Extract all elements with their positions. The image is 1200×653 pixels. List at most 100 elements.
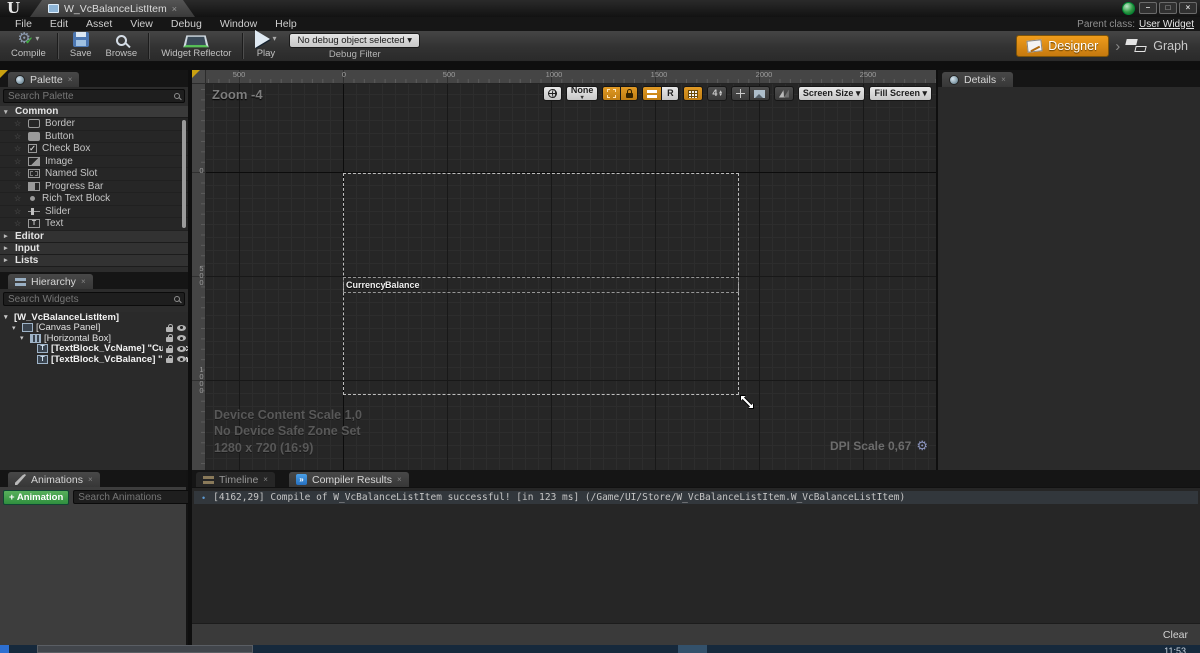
- palette-item-image[interactable]: ☆Image: [0, 156, 188, 169]
- respect-locks-toggle[interactable]: R: [662, 86, 679, 101]
- palette-section-lists[interactable]: ▸Lists: [0, 255, 188, 267]
- tree-row-textblock-vcname[interactable]: [TextBlock_VcName] "Currency: [0, 344, 188, 355]
- visibility-eye-icon[interactable]: [177, 335, 186, 341]
- tree-row-textblock-vcbalance[interactable]: [TextBlock_VcBalance] "Balance: [0, 354, 188, 365]
- document-tab[interactable]: W_VcBalanceListItem ×: [30, 0, 195, 17]
- tab-details[interactable]: Details ×: [942, 72, 1013, 87]
- lock-icon[interactable]: [166, 327, 173, 332]
- palette-search-input[interactable]: [8, 91, 174, 102]
- screen-size-dropdown[interactable]: Screen Size ▾: [798, 86, 866, 101]
- chevron-down-icon[interactable]: ▾: [12, 324, 19, 332]
- hierarchy-close-icon[interactable]: ×: [81, 277, 86, 286]
- favorite-star-icon[interactable]: ☆: [14, 194, 23, 203]
- spinner-arrows-icon[interactable]: ▴▾: [719, 91, 722, 97]
- designer-canvas[interactable]: Zoom -4 None▾ R 4▴▾ Sc: [206, 84, 936, 470]
- panel-divider[interactable]: [936, 70, 938, 470]
- close-button[interactable]: ×: [1179, 2, 1197, 14]
- lock-icon[interactable]: [166, 348, 173, 353]
- timeline-close-icon[interactable]: ×: [263, 475, 268, 484]
- menu-asset[interactable]: Asset: [77, 18, 121, 30]
- compiler-close-icon[interactable]: ×: [397, 475, 402, 484]
- favorite-star-icon[interactable]: ☆: [14, 182, 23, 191]
- parent-class-link[interactable]: User Widget: [1139, 19, 1194, 30]
- palette-item-named-slot[interactable]: ☆Named Slot: [0, 168, 188, 181]
- tree-row-root[interactable]: ▾ [W_VcBalanceListItem]: [0, 312, 188, 323]
- palette-item-button[interactable]: ☆Button: [0, 131, 188, 144]
- gear-icon[interactable]: ⚙: [916, 438, 928, 454]
- grid-snap-size-stepper[interactable]: 4▴▾: [707, 86, 727, 101]
- widget-reflector-button[interactable]: Widget Reflector: [154, 32, 238, 60]
- play-button[interactable]: ▾ Play: [248, 32, 283, 60]
- preview-background-button[interactable]: [750, 86, 770, 101]
- palette-item-progress-bar[interactable]: ☆Progress Bar: [0, 181, 188, 194]
- favorite-star-icon[interactable]: ☆: [14, 207, 23, 216]
- designer-mode-button[interactable]: Designer: [1016, 35, 1109, 57]
- menu-file[interactable]: File: [6, 18, 41, 30]
- start-button[interactable]: [0, 645, 9, 653]
- tree-row-canvas-panel[interactable]: ▾ [Canvas Panel]: [0, 323, 188, 334]
- panel-divider[interactable]: [188, 70, 192, 645]
- compile-dropdown-icon[interactable]: ▾: [35, 34, 39, 43]
- palette-section-common[interactable]: ▾ Common: [0, 106, 188, 118]
- browse-button[interactable]: Browse: [99, 32, 145, 60]
- play-dropdown-icon[interactable]: ▾: [272, 34, 276, 43]
- favorite-star-icon[interactable]: ☆: [14, 169, 23, 178]
- palette-item-checkbox[interactable]: ☆✓Check Box: [0, 143, 188, 156]
- log-entry-row[interactable]: • [4162,29] Compile of W_VcBalanceListIt…: [194, 491, 1198, 504]
- minimize-button[interactable]: –: [1139, 2, 1157, 14]
- transform-mode-button[interactable]: [731, 86, 750, 101]
- menu-view[interactable]: View: [121, 18, 162, 30]
- palette-item-text[interactable]: ☆TText: [0, 218, 188, 231]
- localization-preview-button[interactable]: [543, 86, 562, 101]
- palette-scrollbar[interactable]: [182, 120, 186, 228]
- tab-animations[interactable]: Animations ×: [8, 472, 100, 487]
- hierarchy-search-input[interactable]: [8, 294, 174, 305]
- maximize-button[interactable]: □: [1159, 2, 1177, 14]
- add-animation-button[interactable]: + Animation: [3, 490, 69, 505]
- menu-help[interactable]: Help: [266, 18, 306, 30]
- menu-window[interactable]: Window: [211, 18, 266, 30]
- favorite-star-icon[interactable]: ☆: [14, 219, 23, 228]
- taskbar-tray-button[interactable]: [678, 645, 707, 653]
- debug-filter-dropdown[interactable]: No debug object selected ▾: [289, 33, 420, 48]
- menu-edit[interactable]: Edit: [41, 18, 77, 30]
- tab-timeline[interactable]: Timeline ×: [196, 472, 275, 487]
- palette-item-border[interactable]: ☆Border: [0, 118, 188, 131]
- favorite-star-icon[interactable]: ☆: [14, 144, 23, 153]
- favorite-star-icon[interactable]: ☆: [14, 132, 23, 141]
- flow-direction-dropdown[interactable]: None▾: [566, 86, 599, 101]
- mirror-safe-zones-button[interactable]: [774, 86, 794, 101]
- graph-mode-button[interactable]: Graph: [1126, 39, 1188, 53]
- save-button[interactable]: Save: [63, 32, 99, 60]
- dashed-outline-toggle[interactable]: [602, 86, 621, 101]
- resize-cursor-icon[interactable]: [739, 394, 755, 415]
- tab-compiler-results[interactable]: » Compiler Results ×: [289, 472, 409, 487]
- visibility-eye-icon[interactable]: [177, 356, 186, 362]
- menu-debug[interactable]: Debug: [162, 18, 211, 30]
- palette-item-rich-text-block[interactable]: ☆Rich Text Block: [0, 193, 188, 206]
- lock-widgets-toggle[interactable]: [621, 86, 638, 101]
- visibility-eye-icon[interactable]: [177, 325, 186, 331]
- animations-close-icon[interactable]: ×: [88, 475, 93, 484]
- lock-icon[interactable]: [166, 358, 173, 363]
- favorite-star-icon[interactable]: ☆: [14, 119, 23, 128]
- grid-snap-toggle[interactable]: [683, 86, 703, 101]
- tree-row-horizontal-box[interactable]: ▾ [Horizontal Box]: [0, 333, 188, 344]
- tab-hierarchy[interactable]: Hierarchy ×: [8, 274, 93, 289]
- palette-close-icon[interactable]: ×: [68, 75, 73, 84]
- tab-palette[interactable]: Palette ×: [8, 72, 79, 87]
- preview-currency-text[interactable]: Currency: [346, 280, 386, 290]
- taskbar-app-button[interactable]: [37, 645, 253, 653]
- outlines-toggle[interactable]: [642, 86, 662, 101]
- palette-item-slider[interactable]: ☆Slider: [0, 206, 188, 219]
- favorite-star-icon[interactable]: ☆: [14, 157, 23, 166]
- chevron-down-icon[interactable]: ▾: [4, 313, 11, 321]
- compile-button[interactable]: ⚙✓▾ Compile: [4, 32, 53, 60]
- details-close-icon[interactable]: ×: [1001, 75, 1006, 84]
- visibility-eye-icon[interactable]: [177, 346, 186, 352]
- lock-icon[interactable]: [166, 337, 173, 342]
- chevron-down-icon[interactable]: ▾: [20, 334, 27, 342]
- palette-section-editor[interactable]: ▸Editor: [0, 231, 188, 243]
- fill-screen-dropdown[interactable]: Fill Screen ▾: [869, 86, 932, 101]
- palette-section-input[interactable]: ▸Input: [0, 243, 188, 255]
